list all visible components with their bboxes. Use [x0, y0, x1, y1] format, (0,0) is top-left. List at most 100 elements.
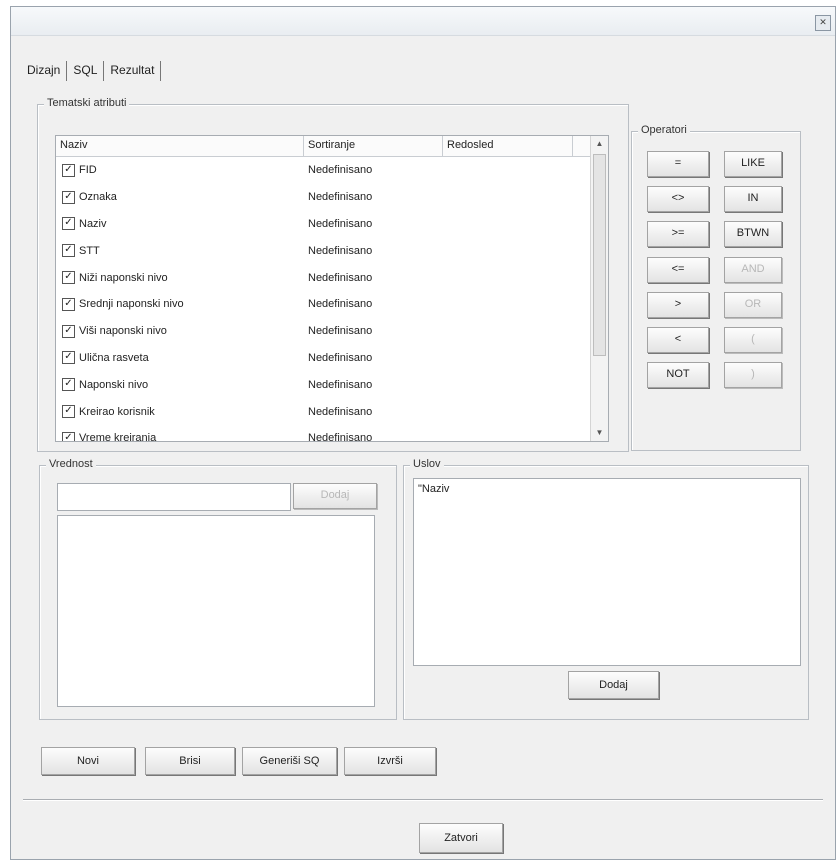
query-dialog: ✕ Dizajn SQL Rezultat Tematski atributi … [10, 6, 836, 860]
sort-cell[interactable]: Nedefinisano [304, 272, 443, 284]
sort-cell[interactable]: Nedefinisano [304, 218, 443, 230]
checkbox[interactable]: ✓ [62, 351, 75, 365]
checkbox[interactable]: ✓ [62, 431, 75, 441]
tab-dizajn[interactable]: Dizajn [21, 61, 68, 81]
tab-rezultat[interactable]: Rezultat [104, 61, 162, 81]
checkbox[interactable]: ✓ [62, 244, 75, 258]
sort-cell[interactable]: Nedefinisano [304, 379, 443, 391]
operator-button[interactable]: IN [724, 186, 782, 213]
table-row[interactable]: ✓ Viši naponski nivo Nedefinisano [56, 318, 608, 345]
table-row[interactable]: ✓ Oznaka Nedefinisano [56, 184, 608, 211]
operator-button[interactable]: >= [647, 221, 709, 248]
operator-button[interactable]: <> [647, 186, 709, 213]
checkbox[interactable]: ✓ [62, 163, 75, 177]
operator-button[interactable]: ( [724, 327, 782, 353]
attribute-name: FID [79, 164, 97, 177]
sort-cell[interactable]: Nedefinisano [304, 352, 443, 364]
attribute-name-cell: ✓ Naponski nivo [56, 378, 304, 392]
value-add-button[interactable]: Dodaj [293, 483, 377, 509]
grid-scrollbar[interactable]: ▲ ▼ [590, 136, 608, 441]
attribute-name-cell: ✓ Naziv [56, 217, 304, 231]
close-icon[interactable]: ✕ [815, 15, 831, 31]
value-list[interactable] [57, 515, 375, 707]
operator-button[interactable]: OR [724, 291, 782, 318]
tab-strip: Dizajn SQL Rezultat [21, 61, 162, 81]
operator-button[interactable]: = [647, 151, 709, 177]
checkbox[interactable]: ✓ [62, 405, 75, 419]
attribute-name: Oznaka [79, 191, 117, 204]
checkbox[interactable]: ✓ [62, 324, 75, 338]
run-button[interactable]: Izvrši [344, 747, 436, 775]
table-row[interactable]: ✓ Naponski nivo Nedefinisano [56, 371, 608, 398]
attribute-name-cell: ✓ Kreirao korisnik [56, 405, 304, 419]
sort-cell[interactable]: Nedefinisano [304, 325, 443, 337]
attributes-group-title: Tematski atributi [44, 97, 130, 109]
sort-cell[interactable]: Nedefinisano [304, 191, 443, 203]
checkbox[interactable]: ✓ [62, 190, 75, 204]
operator-button[interactable]: AND [724, 256, 782, 283]
generate-sql-button[interactable]: Generiši SQ [242, 747, 337, 775]
new-button[interactable]: Novi [41, 747, 135, 775]
sort-cell[interactable]: Nedefinisano [304, 432, 443, 441]
attribute-name-cell: ✓ Oznaka [56, 190, 304, 204]
attribute-name-cell: ✓ Niži naponski nivo [56, 271, 304, 285]
operator-button[interactable]: ) [724, 362, 782, 389]
condition-textarea[interactable]: "Naziv [413, 478, 801, 666]
attribute-name: Kreirao korisnik [79, 405, 155, 418]
operators-group-title: Operatori [638, 124, 690, 136]
sort-cell[interactable]: Nedefinisano [304, 164, 443, 176]
attribute-name: Naziv [79, 217, 107, 230]
table-row[interactable]: ✓ Kreirao korisnik Nedefinisano [56, 398, 608, 425]
grid-rows: ✓ FID Nedefinisano ✓ Oznaka Nedefinisano ✓ Nazi… [56, 157, 608, 442]
column-header-naziv[interactable]: Naziv [56, 136, 304, 156]
table-row[interactable]: ✓ FID Nedefinisano [56, 157, 608, 184]
attribute-name-cell: ✓ Viši naponski nivo [56, 324, 304, 338]
table-row[interactable]: ✓ STT Nedefinisano [56, 237, 608, 264]
attribute-name: Ulična rasveta [79, 351, 149, 364]
title-bar: ✕ [11, 7, 835, 36]
checkbox[interactable]: ✓ [62, 297, 75, 311]
attribute-name-cell: ✓ STT [56, 244, 304, 258]
attribute-name: Naponski nivo [79, 378, 149, 391]
attribute-name: Niži naponski nivo [79, 271, 168, 284]
column-header-redosled[interactable]: Redosled [443, 136, 573, 156]
attribute-name: Srednji naponski nivo [79, 298, 184, 311]
sort-cell[interactable]: Nedefinisano [304, 245, 443, 257]
attribute-name: Viši naponski nivo [79, 325, 167, 338]
attributes-grid: Naziv Sortiranje Redosled ✓ FID Nedefinisa… [55, 135, 609, 442]
condition-text: "Naziv [418, 483, 450, 495]
close-button[interactable]: Zatvori [419, 823, 503, 853]
sort-cell[interactable]: Nedefinisano [304, 298, 443, 310]
operator-button[interactable]: <= [647, 256, 709, 283]
operator-button[interactable]: LIKE [724, 151, 782, 177]
operator-button[interactable]: < [647, 327, 709, 353]
table-row[interactable]: ✓ Srednji naponski nivo Nedefinisano [56, 291, 608, 318]
table-row[interactable]: ✓ Niži naponski nivo Nedefinisano [56, 264, 608, 291]
checkbox[interactable]: ✓ [62, 271, 75, 285]
scroll-down-icon[interactable]: ▼ [591, 425, 608, 441]
scroll-thumb[interactable] [593, 154, 606, 356]
operator-button[interactable]: > [647, 291, 709, 318]
table-row[interactable]: ✓ Vreme kreiranja Nedefinisano [56, 425, 608, 442]
table-row[interactable]: ✓ Naziv Nedefinisano [56, 211, 608, 238]
delete-button[interactable]: Brisi [145, 747, 235, 775]
table-row[interactable]: ✓ Ulična rasveta Nedefinisano [56, 345, 608, 372]
sort-cell[interactable]: Nedefinisano [304, 406, 443, 418]
scroll-up-icon[interactable]: ▲ [591, 136, 608, 152]
checkbox[interactable]: ✓ [62, 378, 75, 392]
operator-button[interactable]: NOT [647, 362, 709, 389]
condition-add-button[interactable]: Dodaj [568, 671, 659, 699]
condition-group-title: Uslov [410, 458, 444, 470]
column-header-sortiranje[interactable]: Sortiranje [304, 136, 443, 156]
attribute-name-cell: ✓ FID [56, 163, 304, 177]
tab-sql[interactable]: SQL [67, 61, 105, 81]
separator [23, 799, 823, 800]
attribute-name-cell: ✓ Ulična rasveta [56, 351, 304, 365]
attribute-name: STT [79, 244, 100, 257]
value-group-title: Vrednost [46, 458, 96, 470]
value-input[interactable] [57, 483, 291, 511]
attribute-name-cell: ✓ Vreme kreiranja [56, 431, 304, 442]
checkbox[interactable]: ✓ [62, 217, 75, 231]
operator-button[interactable]: BTWN [724, 221, 782, 248]
attribute-name: Vreme kreiranja [79, 432, 157, 442]
